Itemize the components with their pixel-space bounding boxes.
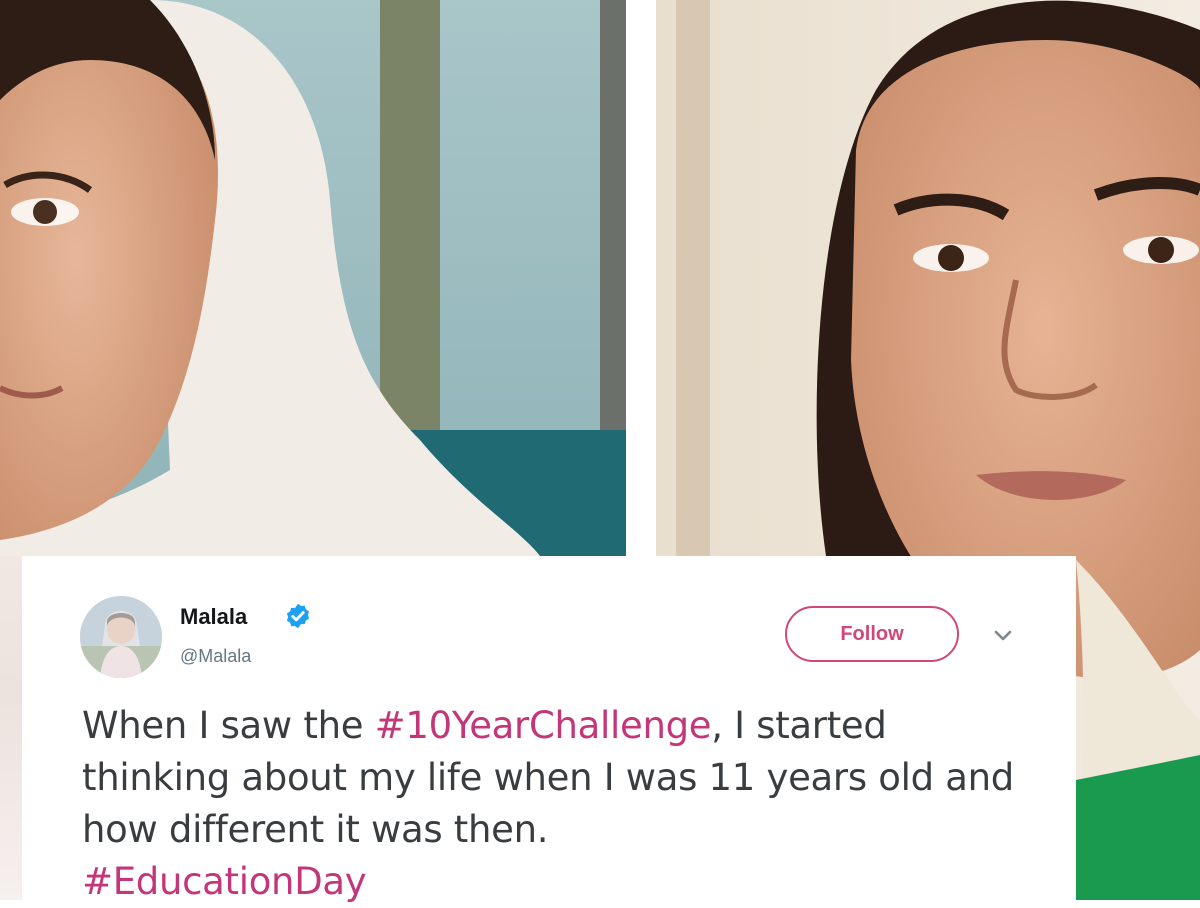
photo-then [0,0,626,556]
hashtag-10yearchallenge[interactable]: #10YearChallenge [375,704,712,747]
follow-button[interactable]: Follow [785,606,959,662]
author-handle[interactable]: @Malala [180,646,251,667]
chevron-down-icon[interactable] [990,624,1016,646]
tweet-text-part: When I saw the [82,704,375,747]
photo-edge [0,556,22,900]
hashtag-educationday[interactable]: #EducationDay [82,860,367,903]
verified-badge-icon [286,603,310,629]
tweet-text: When I saw the #10YearChallenge, I start… [82,700,1022,908]
author-name[interactable]: Malala [180,604,247,630]
avatar[interactable] [80,596,162,678]
photo-divider [626,0,656,556]
